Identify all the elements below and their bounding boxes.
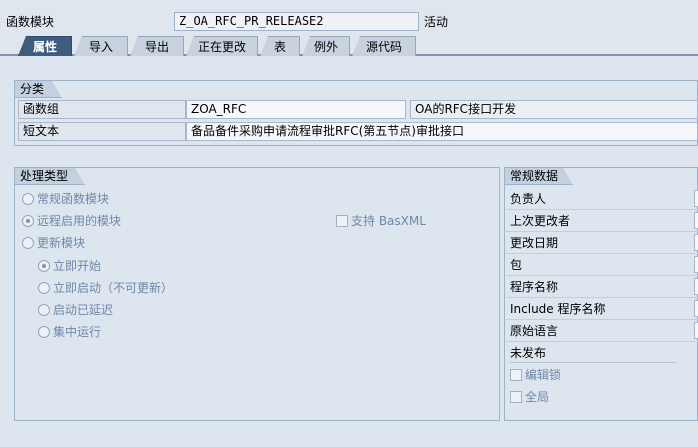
row-value-field[interactable]	[694, 278, 698, 295]
checkbox-label: 支持 BasXML	[351, 214, 426, 228]
radio-selected-icon	[38, 260, 50, 272]
general-data-title: 常规数据	[505, 168, 573, 185]
row-person-responsible: 负责人	[506, 188, 698, 210]
radio-label: 集中运行	[53, 325, 102, 339]
row-label: 程序名称	[510, 280, 559, 294]
radio-update-module[interactable]: 更新模块	[22, 234, 85, 252]
radio-icon	[22, 193, 34, 205]
row-value-field[interactable]	[694, 212, 698, 229]
row-value-field[interactable]	[694, 190, 698, 207]
tab-changing[interactable]: 正在更改	[186, 36, 258, 56]
radio-icon	[22, 237, 34, 249]
radio-immediate-no-update[interactable]: 立即启动（不可更新）	[38, 279, 173, 297]
status-text: 活动	[424, 15, 449, 29]
edit-lock-checkbox[interactable]: 编辑锁	[510, 366, 561, 384]
radio-icon	[38, 304, 50, 316]
unreleased-label: 未发布	[510, 346, 547, 360]
row-label: 上次更改者	[510, 214, 571, 228]
row-package: 包	[506, 254, 698, 276]
row-original-language: 原始语言	[506, 320, 698, 342]
row-label: 更改日期	[510, 236, 559, 250]
basxml-checkbox[interactable]: 支持 BasXML	[336, 212, 426, 230]
short-text-label: 短文本	[18, 122, 186, 141]
tab-exceptions[interactable]: 例外	[302, 36, 350, 56]
row-label: 包	[510, 258, 523, 272]
short-text-field[interactable]: 备品备件采购申请流程审批RFC(第五节点)审批接口	[186, 122, 698, 141]
radio-remote-enabled[interactable]: 远程启用的模块	[22, 212, 121, 230]
row-value-field[interactable]	[694, 256, 698, 273]
row-last-changed-by: 上次更改者	[506, 210, 698, 232]
row-label: 负责人	[510, 192, 547, 206]
radio-label: 立即开始	[53, 259, 102, 273]
checkbox-label: 全局	[525, 390, 550, 404]
radio-label: 常规函数模块	[37, 192, 110, 206]
row-value-field[interactable]	[694, 234, 698, 251]
row-label: 原始语言	[510, 324, 559, 338]
separator	[510, 362, 676, 363]
radio-icon	[38, 326, 50, 338]
row-include-name: Include 程序名称	[506, 298, 698, 320]
row-label: Include 程序名称	[510, 302, 606, 316]
radio-icon	[38, 282, 50, 294]
row-changed-on: 更改日期	[506, 232, 698, 254]
radio-normal-module[interactable]: 常规函数模块	[22, 190, 109, 208]
tab-attributes[interactable]: 属性	[18, 36, 72, 56]
global-checkbox[interactable]: 全局	[510, 388, 549, 406]
function-module-name-field[interactable]: Z_OA_RFC_PR_RELEASE2	[174, 12, 419, 31]
checkbox-icon	[510, 391, 522, 403]
checkbox-icon	[336, 215, 348, 227]
function-group-field[interactable]: ZOA_RFC	[186, 100, 406, 119]
radio-label: 更新模块	[37, 236, 86, 250]
classification-title: 分类	[15, 81, 62, 98]
checkbox-icon	[510, 369, 522, 381]
tab-import[interactable]: 导入	[74, 36, 128, 56]
function-module-label: 函数模块	[6, 15, 55, 29]
radio-label: 启动已延迟	[53, 303, 114, 317]
radio-label: 立即启动（不可更新）	[53, 281, 174, 295]
radio-start-immediately[interactable]: 立即开始	[38, 257, 101, 275]
row-value-field[interactable]	[694, 322, 698, 339]
radio-selected-icon	[22, 215, 34, 227]
row-program-name: 程序名称	[506, 276, 698, 298]
radio-delayed-start[interactable]: 启动已延迟	[38, 301, 113, 319]
function-group-label: 函数组	[18, 100, 186, 119]
radio-label: 远程启用的模块	[37, 214, 122, 228]
tab-export[interactable]: 导出	[130, 36, 184, 56]
checkbox-label: 编辑锁	[525, 368, 562, 382]
function-group-description: OA的RFC接口开发	[410, 100, 698, 119]
row-value-field[interactable]	[694, 300, 698, 317]
processing-type-title: 处理类型	[15, 168, 85, 185]
radio-collective-run[interactable]: 集中运行	[38, 323, 101, 341]
tab-source-code[interactable]: 源代码	[352, 36, 416, 56]
